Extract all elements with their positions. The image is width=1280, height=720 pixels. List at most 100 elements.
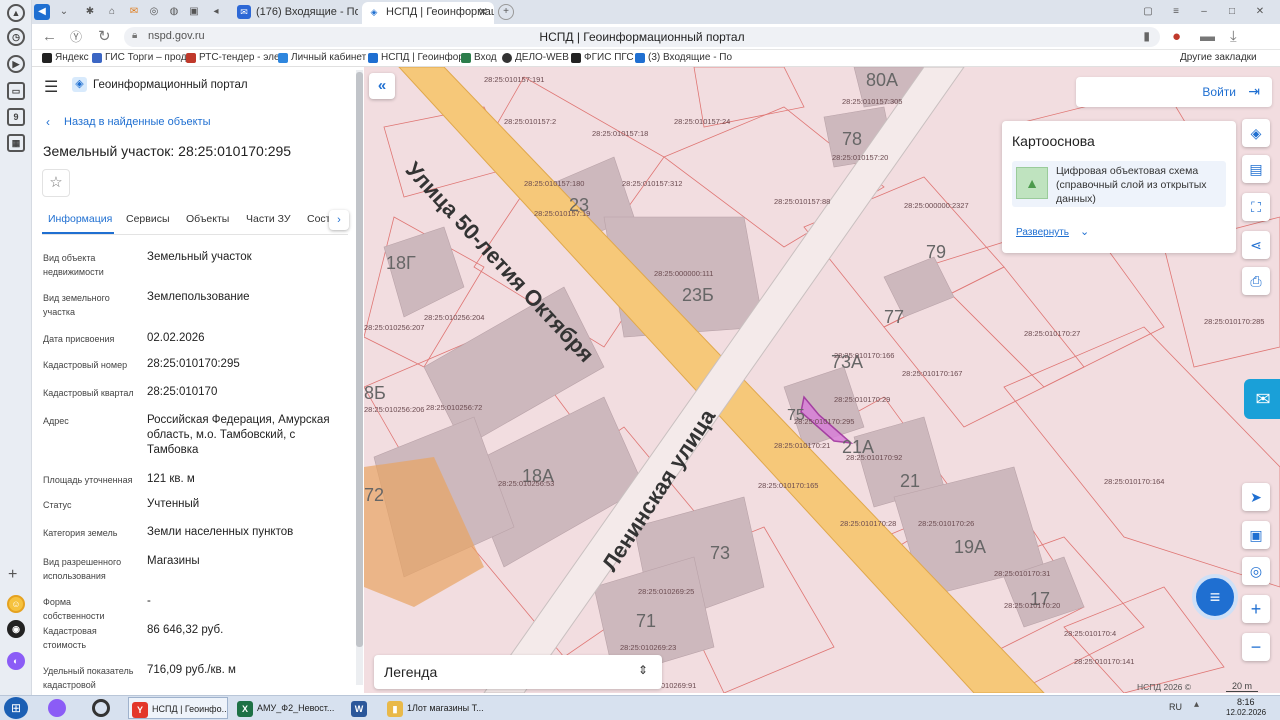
tab-objects[interactable]: Объекты: [186, 213, 229, 225]
bookmark-add-icon[interactable]: ▮: [1143, 29, 1150, 43]
tabs-scroll-right-icon[interactable]: ›: [329, 210, 349, 230]
home-icon[interactable]: ⌂: [104, 4, 120, 20]
chevron-down-icon[interactable]: ⌄: [56, 4, 72, 20]
portal-brand: Геоинформационный портал: [93, 79, 248, 91]
minimize-icon[interactable]: –: [1196, 4, 1212, 20]
reload-icon[interactable]: ↻: [98, 28, 111, 46]
panel-scrollbar-thumb[interactable]: [356, 72, 363, 647]
other-bookmarks[interactable]: Другие закладки: [1180, 52, 1257, 63]
favorite-star-icon[interactable]: ☆: [42, 169, 70, 197]
bookmark-rts[interactable]: РТС-тендер - эле: [186, 52, 280, 63]
parcel-label: 28:25:010256:207: [364, 323, 425, 332]
url-box[interactable]: 🔒︎ nspd.gov.ru НСПД | Геоинформационный …: [124, 27, 1160, 47]
back-icon[interactable]: ←: [42, 28, 57, 46]
field-label: Кадастровая стоимость: [43, 626, 97, 650]
chat-bubble-icon[interactable]: ≡: [1192, 574, 1238, 620]
apps-icon[interactable]: ▦: [7, 134, 25, 152]
maximize-icon[interactable]: □: [1224, 4, 1240, 20]
settings-icon[interactable]: ≡: [1168, 4, 1184, 20]
tab-mail[interactable]: ✉ (176) Входящие - Почта М: [232, 2, 358, 24]
browser-icon[interactable]: [92, 699, 110, 717]
hat-icon[interactable]: ▲: [7, 4, 25, 22]
add-icon[interactable]: +: [8, 566, 17, 584]
bookmark-icon[interactable]: 9: [7, 108, 25, 126]
back-to-results-link[interactable]: Назад в найденные объекты: [64, 116, 211, 128]
ruler-icon[interactable]: ▤: [1242, 155, 1270, 183]
tab-nspd[interactable]: ◈ НСПД | Геоинформацио ✕: [362, 2, 494, 24]
map-view[interactable]: Улица 50-летия Октября Ленинская улица 8…: [364, 67, 1280, 693]
assistant-icon[interactable]: [48, 699, 66, 717]
extension-icon[interactable]: ●: [1172, 28, 1181, 46]
chevron-down-icon[interactable]: ⌄: [1080, 225, 1089, 238]
mail-icon[interactable]: ✉: [126, 4, 142, 20]
clock-icon[interactable]: ◷: [7, 28, 25, 46]
gear-icon[interactable]: ✱: [82, 4, 98, 20]
bookmark-fgis[interactable]: ФГИС ПГС: [571, 52, 634, 63]
sound-icon[interactable]: ◀: [34, 4, 50, 20]
bookmark-delo[interactable]: ДЕЛО-WEB: [502, 52, 569, 63]
bookmark-login[interactable]: Вход: [461, 52, 497, 63]
taskbar-item-word[interactable]: W: [348, 697, 378, 719]
layers-icon[interactable]: ◈: [1242, 119, 1270, 147]
parcel-label: 28:25:010170:27: [1024, 329, 1081, 338]
print-icon[interactable]: ⎙: [1242, 267, 1270, 295]
field-label: Вид разрешенного использования: [43, 557, 122, 581]
new-tab-icon[interactable]: +: [498, 4, 514, 20]
back-chevron-icon[interactable]: ‹: [46, 115, 50, 129]
legend-box[interactable]: Легенда ⇕: [374, 655, 662, 689]
parcel-label: 28:25:010170:26: [918, 519, 975, 528]
taskbar-item-nspd[interactable]: Y НСПД | Геоинфо...: [128, 697, 228, 719]
tabs-divider: [42, 234, 348, 235]
bookmark-yandex[interactable]: Яндекс: [42, 52, 89, 63]
chat-support-icon[interactable]: ✉: [1244, 379, 1280, 419]
zoom-in-button[interactable]: +: [1242, 595, 1270, 623]
window-icon[interactable]: ▢: [1140, 4, 1156, 20]
tab-parts[interactable]: Части ЗУ: [246, 213, 291, 225]
bookmarks-bar: Яндекс ГИС Торги – прод РТС-тендер - эле…: [32, 50, 1280, 67]
login-button[interactable]: Войти: [1202, 85, 1236, 99]
close-icon[interactable]: ✕: [478, 2, 488, 22]
tab-services[interactable]: Сервисы: [126, 213, 170, 225]
start-icon[interactable]: ⊞: [4, 697, 28, 719]
select-area-icon[interactable]: ⛶: [1242, 193, 1270, 221]
bookmark-gis-torgi[interactable]: ГИС Торги – прод: [92, 52, 187, 63]
expand-link[interactable]: Развернуть: [1016, 227, 1069, 238]
close-window-icon[interactable]: ✕: [1252, 4, 1268, 20]
video-icon[interactable]: ▶: [7, 55, 25, 73]
language-indicator[interactable]: RU: [1169, 702, 1182, 712]
pip-icon[interactable]: ▣: [1242, 521, 1270, 549]
expand-legend-icon[interactable]: ⇕: [638, 663, 648, 677]
mute-icon[interactable]: ◂: [208, 4, 224, 20]
shield-icon[interactable]: ◎: [146, 4, 162, 20]
location-icon[interactable]: ◎: [1242, 557, 1270, 585]
field-value: 02.02.2026: [147, 332, 205, 344]
tabs-icon[interactable]: ▭: [7, 82, 25, 100]
basemap-option[interactable]: ▲ Цифровая объектовая схема (справочный …: [1012, 161, 1226, 207]
download-icon[interactable]: ⤓: [1230, 28, 1237, 46]
taskbar-item-excel[interactable]: X АМУ_Ф2_Невост...: [234, 697, 334, 719]
share-icon[interactable]: ⋖: [1242, 231, 1270, 259]
field-value: Магазины: [147, 555, 200, 567]
tab-information[interactable]: Информация: [48, 213, 112, 225]
globe-icon[interactable]: ◍: [166, 4, 182, 20]
login-box[interactable]: Войти ⇥: [1076, 77, 1272, 107]
reader-icon[interactable]: ▬: [1200, 28, 1215, 46]
box-icon[interactable]: ▣: [186, 4, 202, 20]
navigate-icon[interactable]: ➤: [1242, 483, 1270, 511]
alice-icon[interactable]: ◉: [7, 620, 25, 638]
yandex-icon[interactable]: Ⓨ: [70, 28, 82, 46]
zoom-out-button[interactable]: −: [1242, 633, 1270, 661]
field-value: 28:25:010170: [147, 386, 218, 398]
bookmark-cabinet[interactable]: Личный кабинет: [278, 52, 366, 63]
bookmark-inbox[interactable]: (3) Входящие - По: [635, 52, 732, 63]
parcel-label: 28:25:010170:166: [834, 351, 895, 360]
bookmark-nspd[interactable]: НСПД | Геоинфор: [368, 52, 464, 63]
building-number: 78: [842, 129, 863, 149]
smile-icon[interactable]: ☺: [7, 595, 25, 613]
basemap-thumbnail-icon: ▲: [1016, 167, 1048, 199]
collapse-panel-icon[interactable]: «: [369, 73, 395, 99]
assistant-icon[interactable]: ◐: [7, 652, 25, 670]
tray-icon[interactable]: ▴: [1194, 699, 1199, 710]
menu-icon[interactable]: ☰: [44, 77, 58, 97]
taskbar-item-folder[interactable]: ▮ 1Лот магазины Т...: [384, 697, 488, 719]
